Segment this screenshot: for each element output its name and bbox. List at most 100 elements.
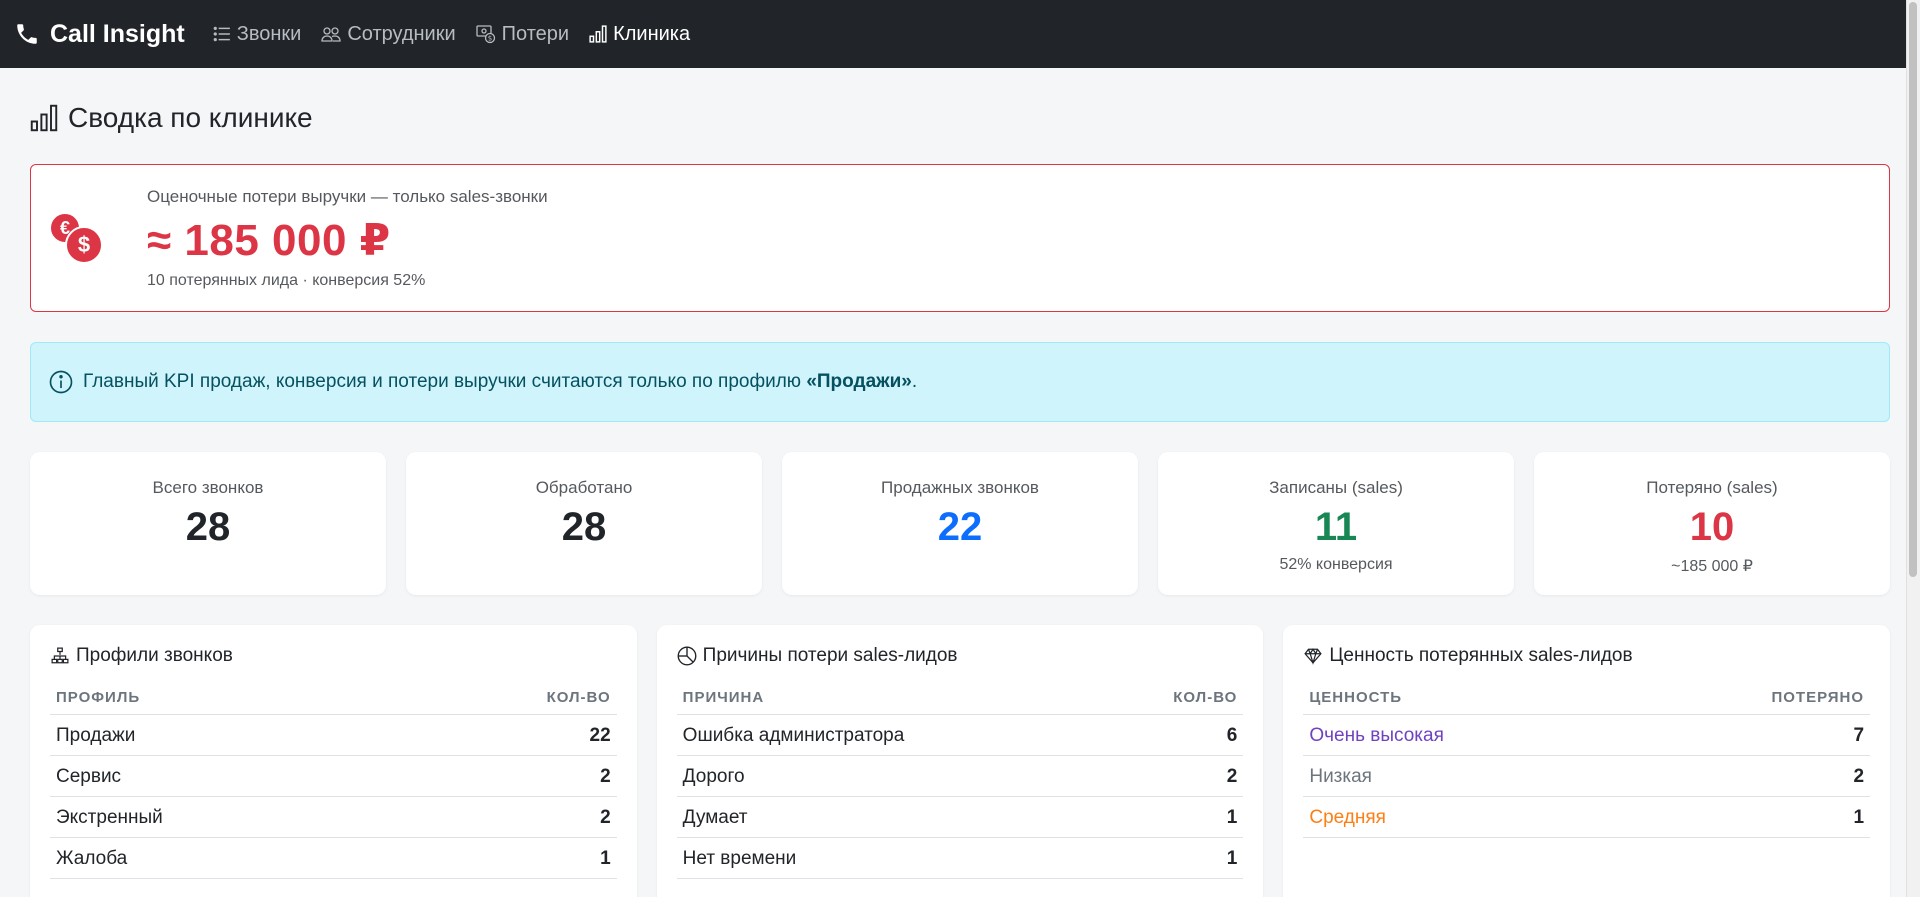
kpi-note: 52% конверсия <box>1279 556 1393 573</box>
values-rows: Очень высокая 7 Низкая 2 Средняя 1 <box>1303 714 1871 838</box>
kpi-value: 11 <box>1314 505 1358 549</box>
brand[interactable]: Call Insight <box>14 20 185 49</box>
row-name: Думает <box>676 796 1105 838</box>
nav-item-label: Сотрудники <box>347 22 456 45</box>
profiles-panel: Профили звонков Профиль Кол-во Продажи 22 С… <box>30 625 637 897</box>
row-count: 7 <box>1634 714 1871 756</box>
row-count: 1 <box>1634 796 1871 838</box>
nav-item-label: Потери <box>501 22 570 45</box>
scroll-thumb[interactable] <box>1909 2 1917 577</box>
table-row: Низкая 2 <box>1303 755 1871 797</box>
table-header: Ценность Потеряно <box>1303 689 1871 715</box>
row-count: 1 <box>1104 837 1244 879</box>
row-name: Ошибка администратора <box>676 714 1105 756</box>
row-name: Жалоба <box>50 837 396 879</box>
kpi-label: Всего звонков <box>152 478 264 497</box>
table-row: Ошибка администратора 6 <box>676 714 1244 756</box>
table-row: Жалоба 1 <box>50 837 617 879</box>
info-icon <box>49 370 73 394</box>
kpi-processed: Обработано 28 <box>406 452 762 595</box>
table-row: Экстренный 2 <box>50 796 617 838</box>
reasons-table: Причина Кол-во Ошибка администратора 6 Доро… <box>676 689 1244 879</box>
col-header: Кол-во <box>1104 689 1244 715</box>
values-table: Ценность Потеряно Очень высокая 7 Низкая 2 Ср… <box>1303 689 1871 838</box>
kpi-total-calls: Всего звонков 28 <box>30 452 386 595</box>
info-alert: Главный KPI продаж, конверсия и потери в… <box>30 342 1890 422</box>
page-title-text: Сводка по клинике <box>68 102 313 133</box>
hierarchy-icon <box>51 647 69 664</box>
cash-loss-icon: $ <box>476 25 495 44</box>
info-text: Главный KPI продаж, конверсия и потери в… <box>83 371 917 393</box>
nav-item-label: Клиника <box>613 22 691 45</box>
panel-title-text: Ценность потерянных sales-лидов <box>1329 645 1633 666</box>
table-row: Думает 1 <box>676 796 1244 838</box>
row-name: Низкая <box>1303 755 1635 797</box>
row-count: 2 <box>395 755 617 797</box>
row-count: 22 <box>395 714 617 756</box>
table-row: Продажи 22 <box>50 714 617 756</box>
kpi-booked-sales: Записаны (sales) 11 52% конверсия <box>1158 452 1514 595</box>
info-text-bold: «Продажи» <box>806 371 912 392</box>
row-count: 6 <box>1104 714 1244 756</box>
table-row: Сервис 2 <box>50 755 617 797</box>
main-content: Сводка по клинике € $ Оценочные потери в… <box>30 68 1891 897</box>
nav-item-losses[interactable]: $ Потери <box>476 23 569 46</box>
kpi-sales-calls: Продажных звонков 22 <box>782 452 1138 595</box>
nav-item-employees[interactable]: Сотрудники <box>321 22 456 46</box>
info-text-tail: . <box>911 371 918 392</box>
row-name: Сервис <box>50 755 396 797</box>
profiles-rows: Продажи 22 Сервис 2 Экстренный 2 Жалоба 1 <box>50 714 617 879</box>
table-row: Дорого 2 <box>676 755 1244 797</box>
kpi-value: 28 <box>561 505 607 549</box>
col-header: Причина <box>676 689 1105 715</box>
row-name: Экстренный <box>50 796 396 838</box>
loss-text: Оценочные потери выручки — только sales-… <box>147 187 548 290</box>
bar-chart-icon <box>30 104 58 132</box>
page-title: Сводка по клинике <box>30 102 1890 134</box>
page-scrollbar[interactable] <box>1906 0 1920 897</box>
row-count: 1 <box>1104 796 1244 838</box>
loss-amount: ≈ 185 000 ₽ <box>147 215 391 265</box>
profiles-table: Профиль Кол-во Продажи 22 Сервис 2 Экстренный… <box>50 689 617 879</box>
pie-chart-icon <box>677 646 697 666</box>
dollar-coin-icon: $ <box>65 226 103 264</box>
col-header: Потеряно <box>1634 689 1871 715</box>
nav-item-clinic[interactable]: Клиника <box>589 23 690 46</box>
list-icon <box>213 26 230 42</box>
kpi-label: Обработано <box>535 478 633 497</box>
nav-item-calls[interactable]: Звонки <box>213 22 302 46</box>
coins-icon: € $ <box>49 208 109 268</box>
brand-label: Call Insight <box>50 19 185 48</box>
kpi-value: 28 <box>185 505 231 549</box>
col-header: Кол-во <box>395 689 617 715</box>
row-count: 2 <box>1104 755 1244 797</box>
row-count: 1 <box>395 837 617 879</box>
panel-title: Причины потери sales-лидов <box>677 645 1244 667</box>
loss-caption: Оценочные потери выручки — только sales-… <box>147 186 548 206</box>
kpi-label: Потеряно (sales) <box>1646 478 1778 497</box>
table-header: Причина Кол-во <box>676 689 1244 715</box>
phone-icon <box>17 24 37 44</box>
reasons-panel: Причины потери sales-лидов Причина Кол-во… <box>656 625 1264 897</box>
table-row: Средняя 1 <box>1303 796 1871 838</box>
bar-chart-icon <box>589 25 607 43</box>
panels-row: Профили звонков Профиль Кол-во Продажи 22 С… <box>30 625 1891 897</box>
row-name: Средняя <box>1303 796 1635 838</box>
col-header: Профиль <box>50 689 396 715</box>
row-count: 2 <box>395 796 617 838</box>
kpi-row: Всего звонков 28 Обработано 28 Продажных… <box>30 452 1890 595</box>
people-icon <box>321 27 341 42</box>
panel-title: Ценность потерянных sales-лидов <box>1303 645 1870 667</box>
kpi-label: Продажных звонков <box>881 478 1039 497</box>
table-row: Очень высокая 7 <box>1303 714 1871 756</box>
col-header: Ценность <box>1303 689 1635 715</box>
loss-subtitle: 10 потерянных лида · конверсия 52% <box>147 271 426 289</box>
nav-item-label: Звонки <box>236 22 302 45</box>
row-count: 2 <box>1634 755 1871 797</box>
panel-title-text: Причины потери sales-лидов <box>702 645 958 666</box>
values-panel: Ценность потерянных sales-лидов Ценность… <box>1283 625 1891 897</box>
svg-text:$: $ <box>487 35 491 43</box>
kpi-value: 10 <box>1689 505 1735 549</box>
panel-title: Профили звонков <box>50 645 617 667</box>
reasons-rows: Ошибка администратора 6 Дорого 2 Думает 1 Нет … <box>676 714 1244 879</box>
